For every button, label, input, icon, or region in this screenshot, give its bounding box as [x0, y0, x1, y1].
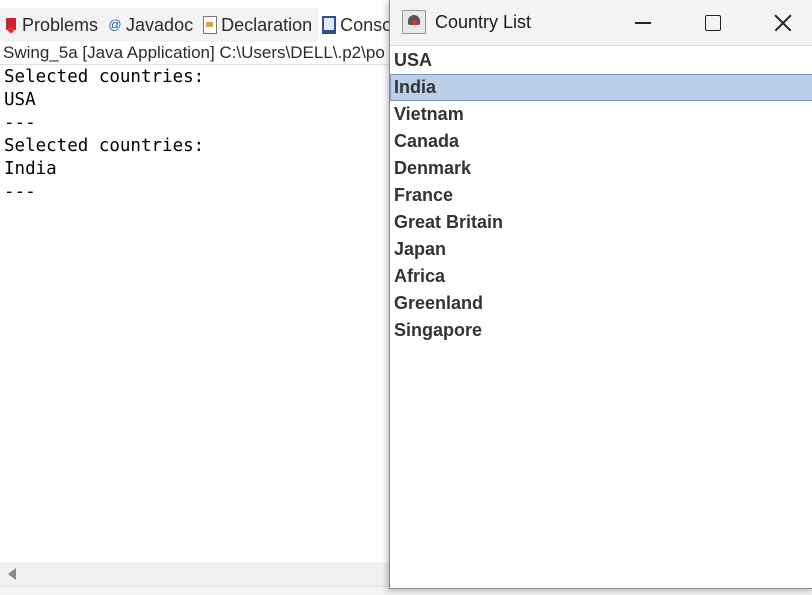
tab-label: Declaration	[221, 14, 313, 35]
console-output[interactable]: Selected countries: USA --- Selected cou…	[4, 66, 384, 204]
country-list-window: Country List USA India Vietnam Canada De…	[389, 0, 812, 589]
list-item-denmark[interactable]: Denmark	[390, 155, 812, 182]
tab-label: Javadoc	[126, 14, 194, 35]
console-line: ---	[4, 182, 36, 202]
close-button[interactable]	[748, 0, 812, 45]
declaration-icon	[203, 16, 218, 34]
list-item-great-britain[interactable]: Great Britain	[390, 209, 812, 236]
horizontal-scrollbar[interactable]	[0, 562, 390, 586]
list-item-singapore[interactable]: Singapore	[390, 317, 812, 344]
scroll-left-icon[interactable]	[8, 568, 16, 580]
list-item-india[interactable]: India	[390, 74, 812, 101]
tab-label: Conso	[340, 14, 393, 35]
tab-problems[interactable]: Problems	[0, 8, 104, 42]
tab-label: Problems	[22, 14, 99, 35]
java-app-icon[interactable]	[402, 10, 426, 34]
list-item-usa[interactable]: USA	[390, 47, 812, 74]
console-line: India	[4, 159, 57, 179]
console-line: Selected countries:	[4, 136, 205, 156]
console-line: USA	[4, 90, 36, 110]
country-list[interactable]: USA India Vietnam Canada Denmark France …	[390, 47, 812, 344]
list-item-france[interactable]: France	[390, 182, 812, 209]
tab-console[interactable]: Conso	[318, 8, 399, 42]
list-item-vietnam[interactable]: Vietnam	[390, 101, 812, 128]
minimize-button[interactable]	[608, 0, 678, 45]
javadoc-icon: @	[108, 17, 122, 32]
console-line: Selected countries:	[4, 67, 205, 87]
list-item-japan[interactable]: Japan	[390, 236, 812, 263]
list-item-africa[interactable]: Africa	[390, 263, 812, 290]
title-bar[interactable]: Country List	[390, 0, 812, 46]
problems-icon	[4, 16, 18, 34]
view-tab-bar: Problems @ Javadoc Declaration Conso	[0, 8, 400, 42]
maximize-button[interactable]	[678, 0, 748, 45]
tab-declaration[interactable]: Declaration	[199, 8, 318, 42]
tab-javadoc[interactable]: @ Javadoc	[104, 8, 199, 42]
list-item-greenland[interactable]: Greenland	[390, 290, 812, 317]
console-icon	[322, 16, 337, 34]
launch-info: Swing_5a [Java Application] C:\Users\DEL…	[0, 42, 403, 65]
console-line: ---	[4, 113, 36, 133]
window-title: Country List	[435, 12, 532, 32]
list-item-canada[interactable]: Canada	[390, 128, 812, 155]
